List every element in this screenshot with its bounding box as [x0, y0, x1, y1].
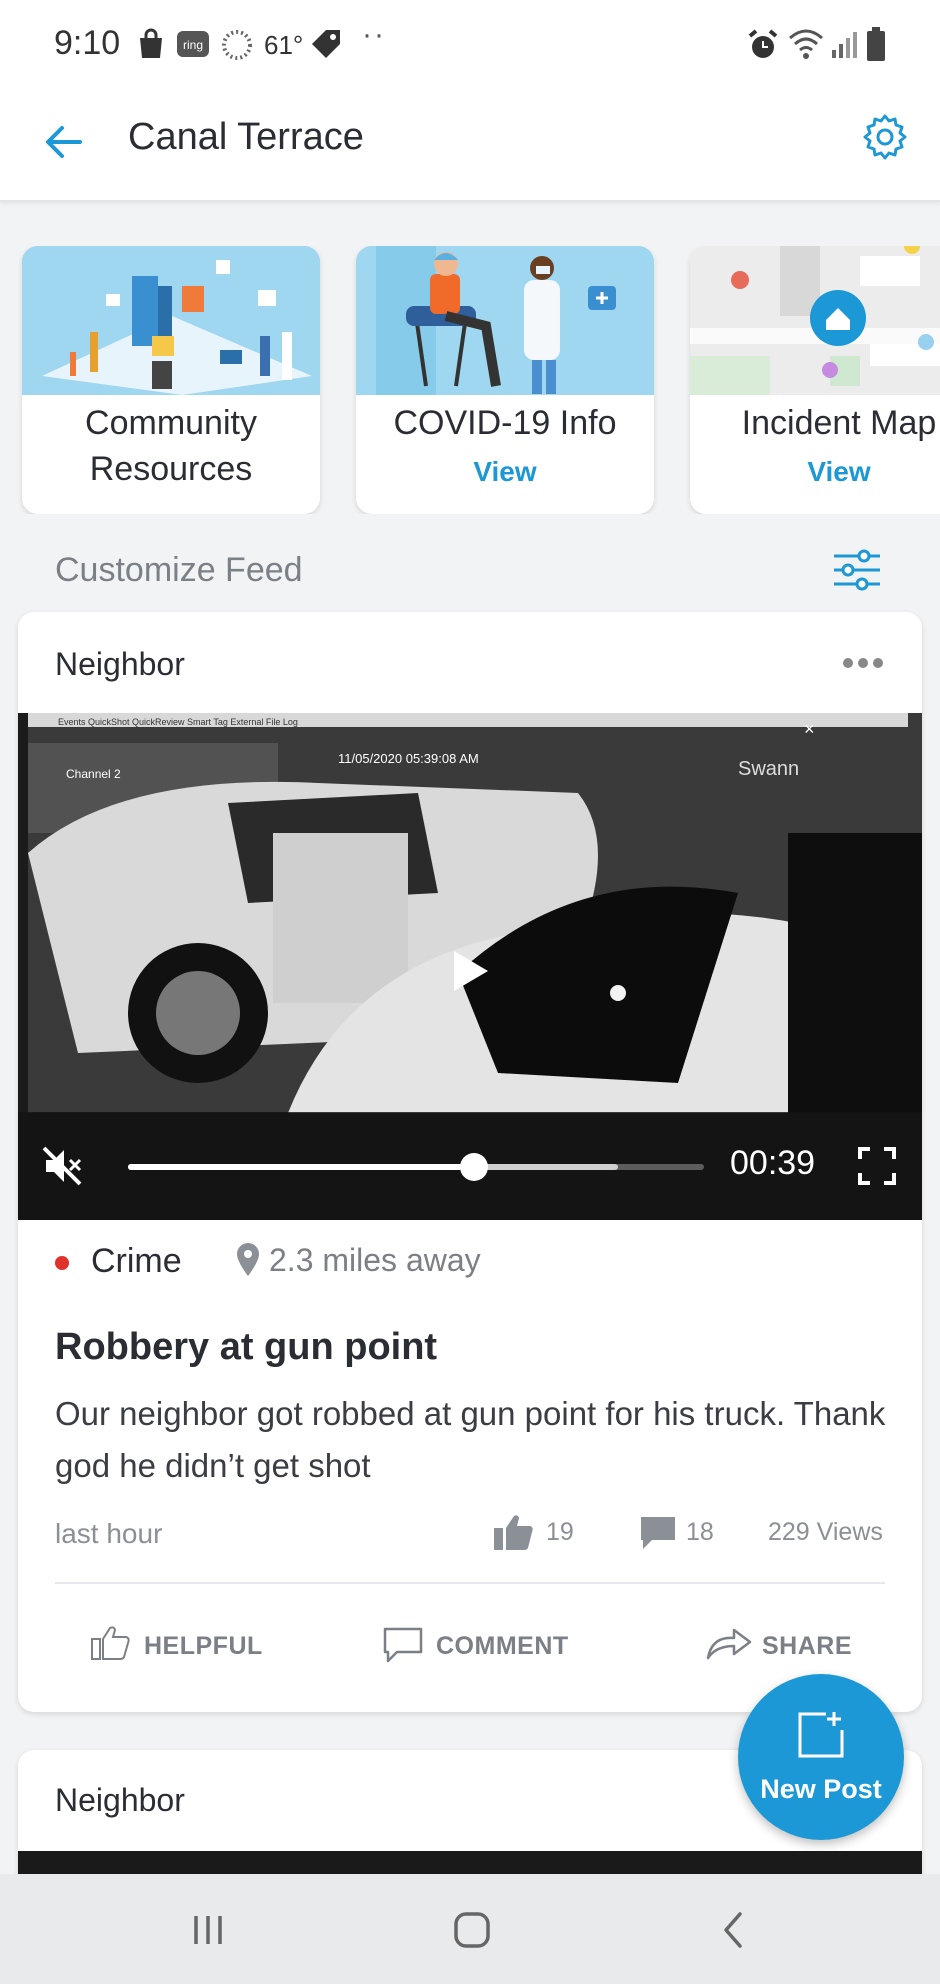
ring-app-icon: ring — [177, 31, 209, 57]
thumbs-up-outline-icon — [91, 1626, 130, 1660]
comment-outline-icon — [383, 1627, 423, 1663]
covid-view-link[interactable]: View — [356, 456, 654, 488]
post-title: Robbery at gun point — [55, 1326, 438, 1368]
app-header: Canal Terrace — [0, 88, 940, 202]
thumbs-up-icon — [494, 1515, 533, 1550]
post-timestamp: last hour — [55, 1518, 163, 1549]
helpful-label: HELPFUL — [144, 1632, 263, 1660]
new-post-button[interactable]: New Post — [738, 1674, 904, 1840]
card-title-line2: Resources — [89, 450, 253, 488]
status-overflow: ·· — [362, 18, 386, 51]
alarm-icon — [748, 29, 778, 58]
covid-info-card[interactable]: COVID-19 Info View — [356, 246, 654, 514]
seek-handle[interactable] — [459, 1153, 488, 1181]
status-time: 9:10 — [54, 24, 121, 62]
back-arrow-icon[interactable] — [40, 118, 88, 166]
resource-carousel[interactable]: Community Resources COVID-19 Info View I… — [0, 246, 940, 514]
svg-text:ring: ring — [183, 38, 203, 52]
new-post-icon — [798, 1712, 844, 1758]
incident-map-card[interactable]: Incident Map View — [690, 246, 940, 514]
video-elapsed-time: 00:39 — [730, 1144, 816, 1182]
video-overlay-brand: Swann — [738, 758, 799, 780]
category-dot — [55, 1256, 69, 1270]
share-arrow-icon — [706, 1628, 752, 1660]
post-author: Neighbor — [55, 1782, 185, 1818]
incident-map-view-link[interactable]: View — [690, 456, 940, 488]
muted-speaker-icon[interactable] — [40, 1144, 84, 1188]
status-bar: 9:10 ring 61° ·· — [0, 0, 940, 88]
community-resources-card[interactable]: Community Resources — [22, 246, 320, 514]
likes-value: 19 — [546, 1518, 574, 1546]
new-post-label: New Post — [760, 1774, 882, 1804]
card-title-line1: Community — [85, 404, 257, 442]
post-card: Neighbor Events QuickShot QuickReview Sm… — [18, 612, 922, 1712]
battery-icon — [867, 27, 885, 61]
views-count: 229 Views — [768, 1518, 883, 1546]
video-overlay-timestamp: 11/05/2020 05:39:08 AM — [338, 751, 479, 766]
comments-value: 18 — [686, 1518, 714, 1546]
back-icon[interactable] — [706, 1902, 762, 1958]
status-temperature: 61° — [264, 30, 304, 60]
community-illustration — [22, 246, 320, 395]
post-divider — [55, 1582, 885, 1584]
play-icon[interactable] — [450, 949, 490, 993]
comment-label: COMMENT — [436, 1632, 569, 1660]
video-player[interactable]: Events QuickShot QuickReview Smart Tag E… — [18, 713, 922, 1220]
tag-icon — [312, 30, 340, 58]
more-options-icon[interactable] — [840, 648, 886, 678]
system-nav-bar — [0, 1874, 940, 1984]
video-controls: 00:39 — [18, 1112, 922, 1220]
fullscreen-icon[interactable] — [858, 1147, 896, 1185]
post-author: Neighbor — [55, 646, 185, 682]
signal-icon — [832, 32, 857, 58]
card-title: Incident Map — [741, 404, 937, 442]
comment-bubble-icon — [641, 1517, 675, 1549]
filter-sliders-icon[interactable] — [832, 548, 882, 592]
location-pin-icon — [237, 1243, 259, 1276]
page-title: Canal Terrace — [128, 116, 364, 158]
video-seek-bar[interactable] — [128, 1153, 704, 1181]
share-label: SHARE — [762, 1632, 853, 1660]
shopping-bag-icon — [140, 28, 162, 58]
post-body: Our neighbor got robbed at gun point for… — [55, 1395, 886, 1484]
loading-icon — [222, 30, 252, 60]
card-title: COVID-19 Info — [393, 404, 617, 442]
wifi-icon — [789, 29, 823, 59]
map-illustration — [690, 246, 940, 395]
distance-label: 2.3 miles away — [269, 1242, 481, 1278]
customize-feed-label[interactable]: Customize Feed — [55, 551, 303, 590]
svg-text:×: × — [804, 719, 815, 739]
covid-illustration — [356, 246, 654, 395]
gear-icon[interactable] — [860, 112, 910, 162]
recent-apps-icon[interactable] — [180, 1902, 236, 1958]
category-label: Crime — [91, 1242, 182, 1280]
video-overlay-channel: Channel 2 — [66, 767, 121, 781]
progress-bar — [128, 1164, 474, 1170]
svg-text:Events QuickShot QuickReview: Events QuickShot QuickReview Smart Tag E… — [58, 717, 298, 727]
home-icon[interactable] — [444, 1902, 500, 1958]
